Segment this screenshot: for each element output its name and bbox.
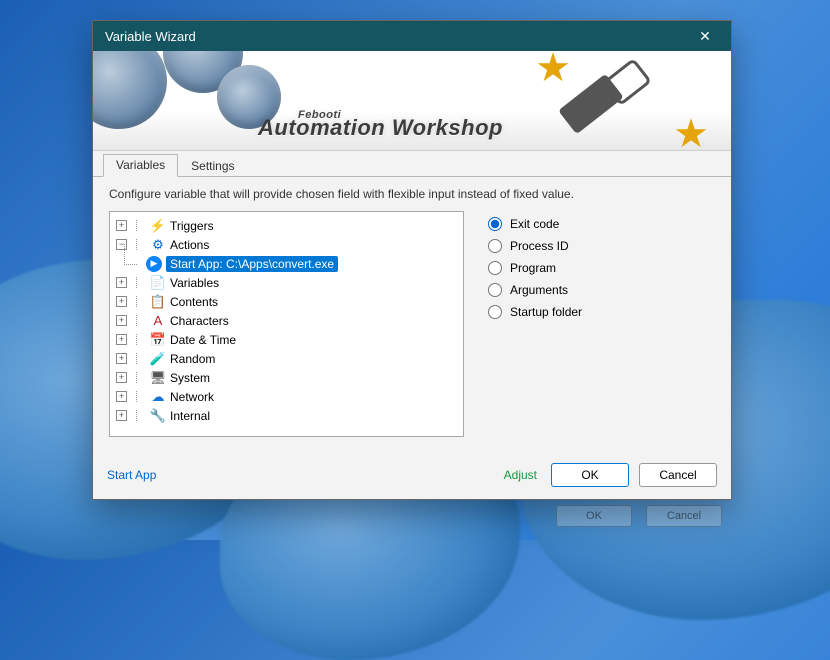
tree-node[interactable]: + 📄 Variables: [112, 273, 461, 292]
node-icon: 📄: [150, 275, 166, 291]
node-label: Start App: C:\Apps\convert.exe: [166, 256, 338, 272]
tree-node[interactable]: + 📋 Contents: [112, 292, 461, 311]
option-radio[interactable]: [488, 283, 502, 297]
option-radio[interactable]: [488, 305, 502, 319]
option-label: Exit code: [510, 217, 559, 231]
adjust-link[interactable]: Adjust: [504, 468, 537, 482]
background-cancel-button: Cancel: [646, 505, 722, 527]
tree-node[interactable]: + ☁ Network: [112, 387, 461, 406]
variable-options: Exit code Process ID Program Arguments Start…: [488, 211, 582, 445]
expand-icon[interactable]: +: [116, 353, 127, 364]
tree-node[interactable]: + 🖥 System: [112, 368, 461, 387]
status-text: Start App: [107, 468, 494, 482]
gear-icon: [93, 51, 167, 129]
node-icon: A: [150, 313, 166, 329]
node-label: Random: [170, 352, 215, 366]
node-label: System: [170, 371, 210, 385]
option-radio[interactable]: [488, 261, 502, 275]
node-icon: 🖥: [150, 370, 166, 386]
banner: ★ ★ Febooti Automation Workshop: [93, 51, 731, 151]
ok-button[interactable]: OK: [551, 463, 629, 487]
node-label: Internal: [170, 409, 210, 423]
expand-icon[interactable]: +: [116, 372, 127, 383]
expand-icon[interactable]: +: [116, 334, 127, 345]
node-icon: 🧪: [150, 351, 166, 367]
expand-icon[interactable]: +: [116, 296, 127, 307]
tab-variables[interactable]: Variables: [103, 154, 178, 177]
expand-icon[interactable]: +: [116, 410, 127, 421]
option-row[interactable]: Program: [488, 257, 582, 279]
node-label: Date & Time: [170, 333, 236, 347]
expand-icon[interactable]: +: [116, 315, 127, 326]
tree-node-child[interactable]: ▶Start App: C:\Apps\convert.exe: [112, 254, 461, 273]
description-text: Configure variable that will provide cho…: [109, 187, 715, 201]
node-label: Contents: [170, 295, 218, 309]
tree-node[interactable]: + 🧪 Random: [112, 349, 461, 368]
node-icon: ⚙: [150, 237, 166, 253]
option-radio[interactable]: [488, 217, 502, 231]
titlebar: Variable Wizard ✕: [93, 21, 731, 51]
cancel-button[interactable]: Cancel: [639, 463, 717, 487]
eraser-icon: [557, 65, 647, 145]
footer: Start App Adjust OK Cancel: [93, 453, 731, 499]
node-label: Characters: [170, 314, 229, 328]
tree-node[interactable]: + ⚡ Triggers: [112, 216, 461, 235]
node-label: Variables: [170, 276, 219, 290]
background-ok-button: OK: [556, 505, 632, 527]
expand-icon[interactable]: +: [116, 277, 127, 288]
option-row[interactable]: Exit code: [488, 213, 582, 235]
node-icon: ☁: [150, 389, 166, 405]
tree-node[interactable]: + A Characters: [112, 311, 461, 330]
node-label: Actions: [170, 238, 209, 252]
option-row[interactable]: Process ID: [488, 235, 582, 257]
option-label: Startup folder: [510, 305, 582, 319]
close-icon[interactable]: ✕: [689, 28, 721, 45]
option-row[interactable]: Arguments: [488, 279, 582, 301]
star-icon: ★: [673, 111, 709, 151]
source-tree[interactable]: +⚡Triggers−⚙Actions▶Start App: C:\Apps\c…: [109, 211, 464, 437]
node-icon: ⚡: [150, 218, 166, 234]
brand-product: Automation Workshop: [258, 115, 503, 140]
play-icon: ▶: [146, 256, 162, 272]
tree-node[interactable]: + 📅 Date & Time: [112, 330, 461, 349]
expand-icon[interactable]: +: [116, 391, 127, 402]
option-row[interactable]: Startup folder: [488, 301, 582, 323]
tree-node[interactable]: + 🔧 Internal: [112, 406, 461, 425]
tab-settings[interactable]: Settings: [178, 155, 247, 177]
node-icon: 📋: [150, 294, 166, 310]
expand-icon[interactable]: +: [116, 220, 127, 231]
tree-node[interactable]: −⚙Actions: [112, 235, 461, 254]
option-label: Arguments: [510, 283, 568, 297]
node-label: Triggers: [170, 219, 214, 233]
node-icon: 🔧: [150, 408, 166, 424]
node-icon: 📅: [150, 332, 166, 348]
option-radio[interactable]: [488, 239, 502, 253]
tab-strip: Variables Settings: [93, 153, 731, 177]
variable-wizard-dialog: Variable Wizard ✕ ★ ★ Febooti Automation…: [92, 20, 732, 500]
option-label: Program: [510, 261, 556, 275]
option-label: Process ID: [510, 239, 569, 253]
brand-logo: Febooti Automation Workshop: [258, 109, 503, 141]
window-title: Variable Wizard: [105, 29, 689, 44]
node-label: Network: [170, 390, 214, 404]
